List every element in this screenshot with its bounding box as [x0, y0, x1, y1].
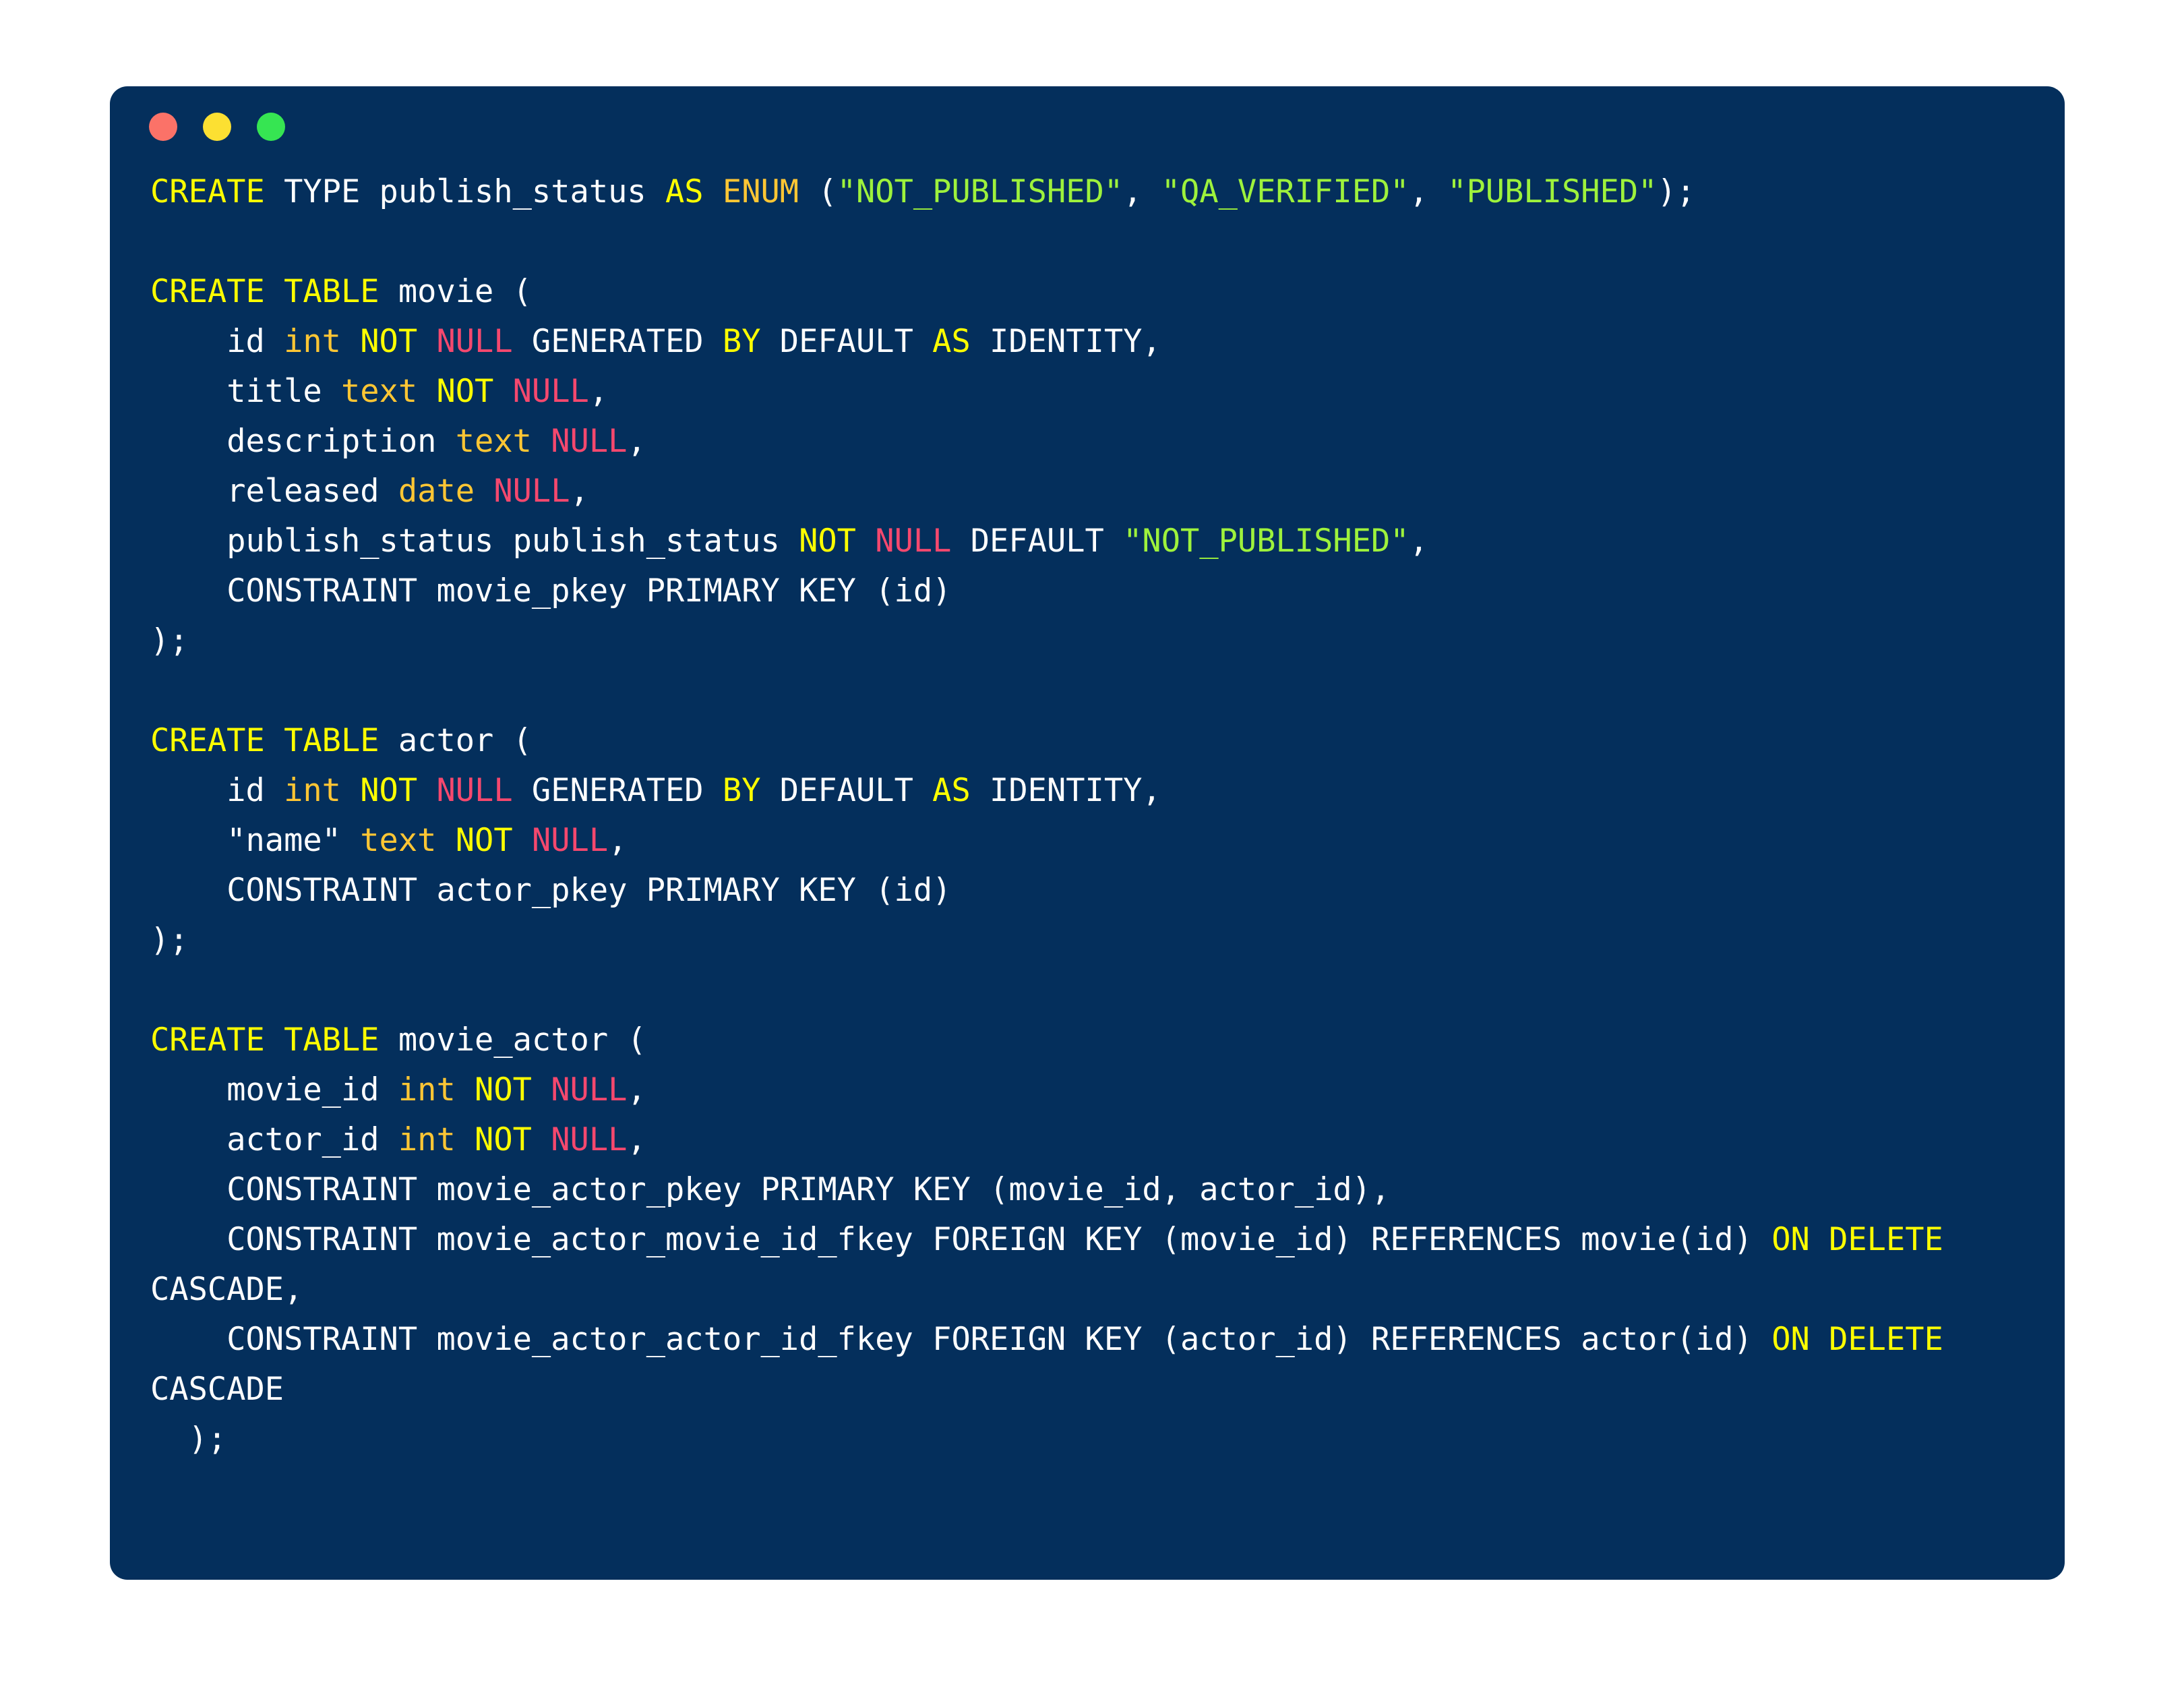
code-window: CREATE TYPE publish_status AS ENUM ("NOT… — [110, 86, 2065, 1580]
code-token: , — [1409, 173, 1448, 210]
code-token: ON — [1771, 1221, 1810, 1258]
code-token: GENERATED — [512, 772, 723, 809]
code-token: ); — [1657, 173, 1696, 210]
code-token: AS — [932, 772, 971, 809]
code-token: ENUM — [722, 173, 799, 210]
code-token: AS — [932, 323, 971, 360]
code-token: int — [398, 1121, 456, 1158]
code-token: NOT — [360, 323, 418, 360]
code-token: DEFAULT — [760, 772, 933, 809]
code-token: DEFAULT — [760, 323, 933, 360]
code-token: int — [284, 323, 341, 360]
code-token: text — [455, 423, 532, 460]
code-token: DELETE — [1829, 1321, 1943, 1358]
code-token: date — [398, 473, 475, 510]
code-token: int — [398, 1071, 456, 1108]
code-token: TYPE — [284, 173, 361, 210]
code-token: NOT — [436, 373, 494, 410]
code-token: , — [1123, 173, 1161, 210]
code-token: NULL — [551, 423, 628, 460]
code-token: "QA_VERIFIED" — [1161, 173, 1409, 210]
code-token: NOT — [455, 822, 513, 859]
code-token: int — [284, 772, 341, 809]
code-token: publish_status — [360, 173, 666, 210]
code-token: TABLE — [284, 273, 380, 310]
sql-code-block[interactable]: CREATE TYPE publish_status AS ENUM ("NOT… — [150, 167, 2024, 1464]
code-area: CREATE TYPE publish_status AS ENUM ("NOT… — [110, 167, 2065, 1464]
code-token: text — [360, 822, 437, 859]
window-titlebar — [110, 86, 2065, 167]
code-token: BY — [722, 772, 761, 809]
code-token: "PUBLISHED" — [1447, 173, 1658, 210]
code-token: CREATE — [150, 1021, 265, 1059]
code-token: DELETE — [1829, 1221, 1943, 1258]
code-token: ( — [799, 173, 837, 210]
code-token: "NOT_PUBLISHED" — [837, 173, 1124, 210]
code-token: TABLE — [284, 1021, 380, 1059]
minimize-button[interactable] — [203, 113, 231, 141]
code-token: NULL — [436, 772, 513, 809]
code-token: NULL — [493, 473, 570, 510]
code-token: CREATE — [150, 722, 265, 759]
code-token: ON — [1771, 1321, 1810, 1358]
code-token: NULL — [551, 1071, 628, 1108]
code-token: NOT — [799, 523, 856, 560]
code-token: NULL — [551, 1121, 628, 1158]
code-token: NOT — [475, 1121, 532, 1158]
code-token: NULL — [531, 822, 609, 859]
code-token: NULL — [512, 373, 589, 410]
code-token: BY — [722, 323, 761, 360]
close-button[interactable] — [149, 113, 177, 141]
code-token: TABLE — [284, 722, 380, 759]
code-token: CREATE — [150, 273, 265, 310]
code-token: AS — [665, 173, 704, 210]
page-root: CREATE TYPE publish_status AS ENUM ("NOT… — [0, 0, 2184, 1691]
code-token: NOT — [360, 772, 418, 809]
code-token: NULL — [436, 323, 513, 360]
code-token: NULL — [875, 523, 952, 560]
zoom-button[interactable] — [257, 113, 285, 141]
code-token: NOT — [475, 1071, 532, 1108]
code-token: CREATE — [150, 173, 265, 210]
code-token: "NOT_PUBLISHED" — [1123, 523, 1409, 560]
code-token: text — [340, 373, 418, 410]
code-token: DEFAULT — [951, 523, 1124, 560]
code-token: GENERATED — [512, 323, 723, 360]
